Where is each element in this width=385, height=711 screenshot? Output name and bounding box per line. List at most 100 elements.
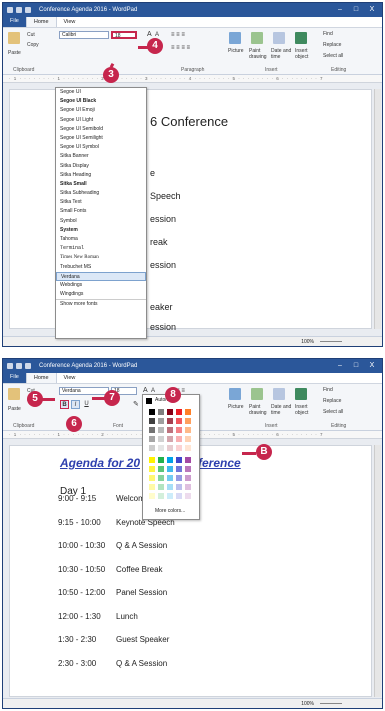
date-time-button[interactable]: Date and time bbox=[271, 404, 293, 416]
color-swatch[interactable] bbox=[167, 484, 173, 490]
tab-home[interactable]: Home bbox=[25, 16, 57, 27]
color-swatch[interactable] bbox=[185, 466, 191, 472]
color-swatch[interactable] bbox=[185, 427, 191, 433]
select-all-button[interactable]: Select all bbox=[323, 409, 343, 415]
color-swatch[interactable] bbox=[176, 427, 182, 433]
font-size-select[interactable]: 18 bbox=[111, 31, 137, 39]
color-swatch[interactable] bbox=[158, 418, 164, 424]
paste-button[interactable]: Paste bbox=[8, 406, 21, 412]
paint-icon[interactable] bbox=[251, 32, 263, 44]
color-swatch[interactable] bbox=[149, 427, 155, 433]
color-swatch[interactable] bbox=[158, 484, 164, 490]
color-swatch[interactable] bbox=[167, 436, 173, 442]
color-swatch[interactable] bbox=[176, 493, 182, 499]
zoom-slider[interactable] bbox=[320, 703, 342, 704]
close-button[interactable]: X bbox=[364, 3, 380, 17]
font-list-item[interactable]: Terminal bbox=[56, 244, 146, 253]
italic-button[interactable]: I bbox=[71, 400, 80, 409]
color-swatch[interactable] bbox=[185, 475, 191, 481]
picture-button[interactable]: Picture bbox=[228, 404, 244, 410]
color-swatch[interactable] bbox=[158, 445, 164, 451]
calendar-icon[interactable] bbox=[273, 388, 285, 400]
grow-font-icon[interactable]: A bbox=[143, 387, 148, 394]
grow-font-icon[interactable]: A bbox=[147, 31, 152, 38]
font-list-item[interactable]: Segoe UI Semilight bbox=[56, 134, 146, 143]
color-swatch[interactable] bbox=[167, 466, 173, 472]
redo-icon[interactable] bbox=[25, 7, 31, 13]
color-swatch[interactable] bbox=[149, 436, 155, 442]
indent-icons[interactable]: ≡ ≡ ≡ bbox=[171, 32, 185, 38]
show-more-fonts-link[interactable]: Show more fonts bbox=[56, 299, 146, 308]
color-swatch[interactable] bbox=[176, 436, 182, 442]
color-swatch[interactable] bbox=[158, 466, 164, 472]
replace-button[interactable]: Replace bbox=[323, 398, 341, 404]
font-family-select[interactable]: Calibri bbox=[59, 31, 109, 39]
paste-icon[interactable] bbox=[8, 32, 20, 44]
maximize-button[interactable]: □ bbox=[348, 3, 364, 17]
minimize-button[interactable]: – bbox=[332, 3, 348, 17]
find-button[interactable]: Find bbox=[323, 387, 333, 393]
font-list-item[interactable]: Symbol bbox=[56, 217, 146, 226]
copy-button[interactable]: Copy bbox=[27, 42, 39, 48]
color-swatch[interactable] bbox=[185, 409, 191, 415]
color-swatch[interactable] bbox=[185, 493, 191, 499]
close-button[interactable]: X bbox=[364, 359, 380, 373]
font-list-item[interactable]: Trebuchet MS bbox=[56, 263, 146, 272]
color-swatch[interactable] bbox=[149, 493, 155, 499]
color-swatch[interactable] bbox=[167, 493, 173, 499]
align-icons[interactable]: ≡ ≡ ≡ ≡ bbox=[171, 45, 190, 51]
color-swatch[interactable] bbox=[158, 475, 164, 481]
undo-icon[interactable] bbox=[16, 363, 22, 369]
undo-icon[interactable] bbox=[16, 7, 22, 13]
color-swatch[interactable] bbox=[176, 445, 182, 451]
font-list-item[interactable]: Small Fonts bbox=[56, 207, 146, 216]
font-list-item[interactable]: Sitka Heading bbox=[56, 171, 146, 180]
color-swatch[interactable] bbox=[149, 484, 155, 490]
font-list-item[interactable]: System bbox=[56, 226, 146, 235]
more-colors-option[interactable]: More colors... bbox=[155, 508, 185, 514]
font-list-item[interactable]: Segoe UI bbox=[56, 88, 146, 97]
font-list-item[interactable]: Sitka Subheading bbox=[56, 189, 146, 198]
insert-object-button[interactable]: Insert object bbox=[295, 404, 313, 416]
color-swatch[interactable] bbox=[176, 475, 182, 481]
underline-button[interactable]: U bbox=[82, 400, 91, 409]
font-list-item[interactable]: Sitka Small bbox=[56, 180, 146, 189]
select-all-button[interactable]: Select all bbox=[323, 53, 343, 59]
picture-icon[interactable] bbox=[229, 388, 241, 400]
vertical-scrollbar[interactable] bbox=[374, 445, 381, 697]
color-swatch[interactable] bbox=[185, 484, 191, 490]
color-swatch[interactable] bbox=[149, 409, 155, 415]
font-list-item[interactable]: Wingdings bbox=[56, 290, 146, 299]
color-swatch[interactable] bbox=[167, 457, 173, 463]
find-button[interactable]: Find bbox=[323, 31, 333, 37]
font-list-item[interactable]: Tahoma bbox=[56, 235, 146, 244]
font-list-item[interactable]: Segoe UI Light bbox=[56, 116, 146, 125]
highlight-icon[interactable]: ✎ bbox=[133, 400, 139, 408]
color-swatch[interactable] bbox=[185, 418, 191, 424]
date-time-button[interactable]: Date and time bbox=[271, 48, 293, 60]
color-swatch[interactable] bbox=[185, 457, 191, 463]
paint-drawing-button[interactable]: Paint drawing bbox=[249, 404, 269, 416]
font-family-select[interactable]: Verdana bbox=[59, 387, 109, 395]
color-swatch[interactable] bbox=[167, 409, 173, 415]
color-swatch[interactable] bbox=[167, 445, 173, 451]
color-swatch[interactable] bbox=[167, 427, 173, 433]
font-list-item[interactable]: Times New Roman bbox=[56, 253, 146, 262]
color-swatch[interactable] bbox=[176, 466, 182, 472]
bold-button[interactable]: B bbox=[60, 400, 69, 409]
tab-file[interactable]: File bbox=[3, 372, 26, 383]
tab-file[interactable]: File bbox=[3, 16, 26, 27]
font-list-item[interactable]: Segoe UI Symbol bbox=[56, 143, 146, 152]
color-swatch[interactable] bbox=[176, 409, 182, 415]
color-swatch[interactable] bbox=[149, 445, 155, 451]
font-list-item[interactable]: Sitka Display bbox=[56, 162, 146, 171]
vertical-scrollbar[interactable] bbox=[374, 89, 381, 329]
calendar-icon[interactable] bbox=[273, 32, 285, 44]
color-swatch[interactable] bbox=[176, 484, 182, 490]
cut-button[interactable]: Cut bbox=[27, 32, 35, 38]
color-swatch[interactable] bbox=[185, 436, 191, 442]
tab-view[interactable]: View bbox=[57, 17, 83, 27]
font-list-item[interactable]: Webdings bbox=[56, 281, 146, 290]
paint-drawing-button[interactable]: Paint drawing bbox=[249, 48, 269, 60]
color-swatch[interactable] bbox=[167, 475, 173, 481]
